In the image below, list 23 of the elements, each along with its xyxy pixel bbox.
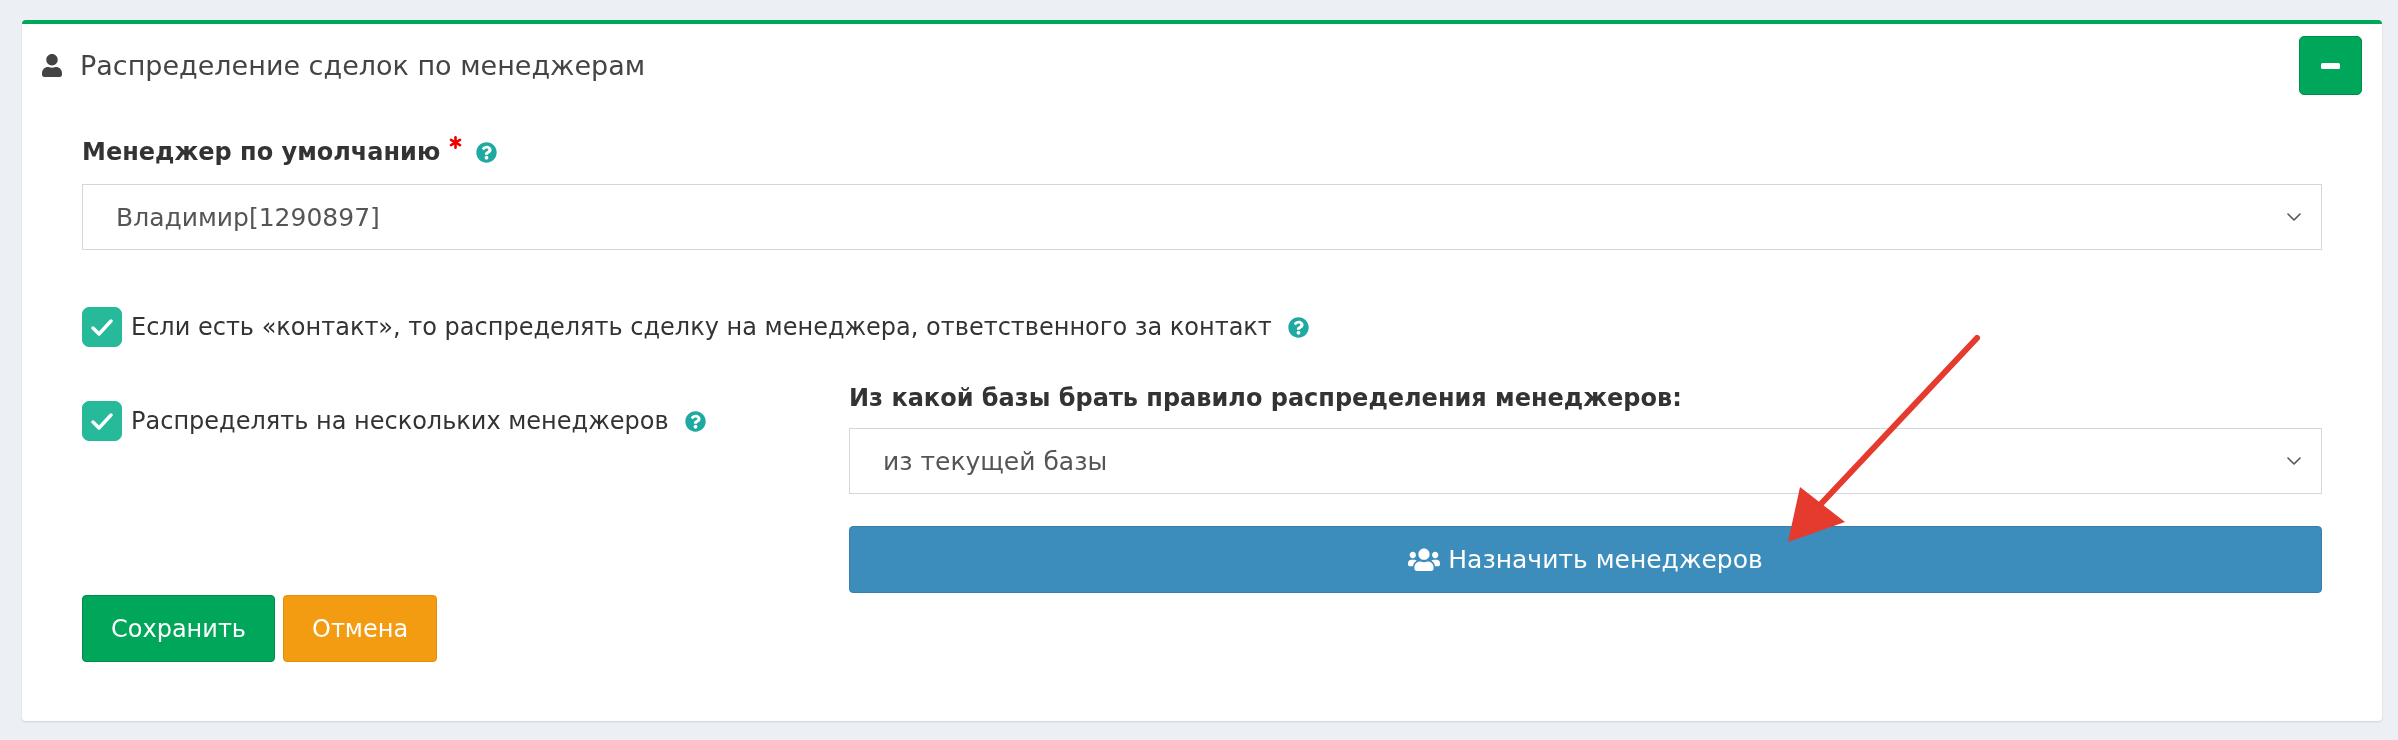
chevron-down-icon bbox=[2287, 457, 2301, 465]
chevron-down-icon bbox=[2287, 213, 2301, 221]
checkbox[interactable] bbox=[82, 307, 122, 347]
help-icon[interactable] bbox=[476, 141, 498, 163]
cancel-button[interactable]: Отмена bbox=[283, 595, 438, 662]
checkbox[interactable] bbox=[82, 401, 122, 441]
select-field[interactable]: из текущей базы bbox=[849, 428, 2322, 494]
field-label: Менеджер по умолчанию bbox=[82, 137, 441, 168]
save-button[interactable]: Сохранить bbox=[82, 595, 275, 662]
checkbox-label: Распределять на нескольких менеджеров bbox=[131, 406, 669, 437]
checkbox-label: Если есть «контакт», то распределять сделку на менеджера, ответственного за контакт bbox=[131, 312, 1272, 343]
field-label: Из какой базы брать правило распределения менеджеров: bbox=[849, 383, 1682, 414]
select-field[interactable]: Владимир[1290897] bbox=[82, 184, 2322, 250]
panel-title: Распределение сделок по менеджерам bbox=[80, 48, 646, 83]
check-icon bbox=[91, 318, 113, 336]
help-icon[interactable] bbox=[1287, 316, 1309, 338]
collapse-button[interactable] bbox=[2299, 36, 2362, 95]
help-icon[interactable] bbox=[684, 410, 706, 432]
users-icon bbox=[1408, 546, 1441, 573]
check-icon bbox=[91, 412, 113, 430]
user-icon bbox=[42, 54, 62, 77]
minus-icon bbox=[2321, 62, 2340, 69]
assign-managers-button[interactable]: Назначить менеджеров bbox=[849, 526, 2322, 593]
